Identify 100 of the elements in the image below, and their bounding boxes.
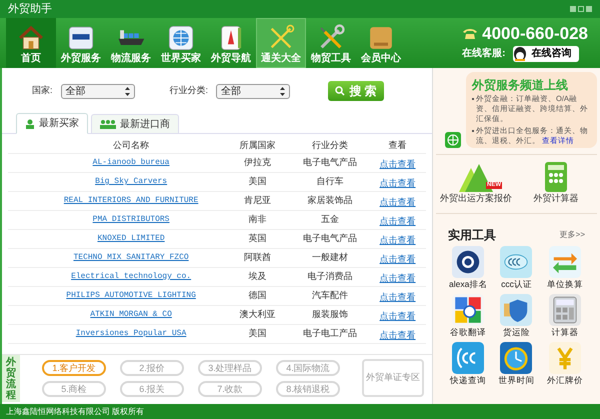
document-zone-button[interactable]: 外贸单证专区 bbox=[362, 359, 424, 397]
table-cell-text: 德国 bbox=[247, 289, 268, 302]
company-link[interactable]: Inversiones Popular USA bbox=[38, 328, 224, 340]
view-link[interactable]: 点击查看 bbox=[380, 178, 416, 188]
nav-tab[interactable]: 外贸服务 bbox=[56, 18, 106, 68]
table-cell-text: 南非 bbox=[247, 213, 268, 226]
globe-icon bbox=[445, 132, 461, 148]
person-icon bbox=[25, 118, 35, 128]
table-cell-text: 电子消费品 bbox=[306, 270, 354, 284]
table-cell-text: 英国 bbox=[247, 232, 268, 246]
calculator-icon bbox=[545, 162, 567, 192]
minimize-button[interactable] bbox=[570, 6, 576, 12]
column-header: 公司名称 bbox=[112, 138, 150, 152]
company-link[interactable]: REAL INTERIORS AND FURNITURE bbox=[38, 195, 224, 207]
swap-arrows-icon bbox=[548, 246, 581, 278]
online-chat-button[interactable]: 在线咨询 bbox=[513, 46, 580, 62]
company-link[interactable]: KNOXED LIMITED bbox=[38, 233, 224, 245]
nav-tab[interactable]: 首页 bbox=[6, 18, 56, 68]
nav-tab[interactable]: 会员中心 bbox=[356, 18, 406, 68]
table-cell-text: 五金 bbox=[320, 213, 340, 226]
ring-icon bbox=[452, 246, 484, 278]
tool-button[interactable]: 谷歌翻译 bbox=[444, 294, 492, 338]
spinner-arrows-icon bbox=[124, 86, 130, 96]
company-link[interactable]: ATKIN MORGAN & CO bbox=[38, 309, 224, 321]
view-link[interactable]: 点击查看 bbox=[380, 311, 416, 321]
column-header: 查看 bbox=[388, 138, 408, 152]
search-icon bbox=[335, 86, 346, 96]
penguin-icon bbox=[513, 46, 528, 62]
house-icon bbox=[17, 24, 45, 52]
view-link[interactable]: 点击查看 bbox=[380, 235, 416, 245]
more-link[interactable]: 更多>> bbox=[560, 229, 585, 241]
phone-number: 4000-660-028 bbox=[482, 24, 588, 42]
company-link[interactable]: PHILIPS AUTOMOTIVE LIGHTING bbox=[38, 290, 224, 302]
tool-button[interactable]: 计算器 bbox=[540, 294, 589, 338]
close-button[interactable] bbox=[586, 6, 592, 12]
company-link[interactable]: TECHNO MIX SANITARY FZCO bbox=[38, 252, 224, 264]
process-step[interactable]: 7.收款 bbox=[198, 381, 262, 397]
table-cell-text: 家居装饰品 bbox=[306, 194, 354, 208]
filter-label: 国家: bbox=[32, 84, 53, 98]
view-link[interactable]: 点击查看 bbox=[380, 197, 416, 207]
filter-dropdown[interactable]: 全部 bbox=[216, 84, 290, 98]
filter-label: 行业分类: bbox=[170, 84, 208, 98]
view-link[interactable]: 点击查看 bbox=[380, 216, 416, 226]
tool-button[interactable]: alexa排名 bbox=[444, 246, 492, 290]
currency-icon bbox=[548, 342, 581, 374]
nav-tab[interactable]: 外贸导航 bbox=[206, 18, 256, 68]
tool-button[interactable]: 快递查询 bbox=[444, 342, 492, 386]
company-link[interactable]: Big Sky Carvers bbox=[38, 176, 224, 188]
banner-title: 外贸服务频道上线 bbox=[472, 78, 569, 92]
tool-button[interactable]: 货运险 bbox=[492, 294, 541, 338]
nav-tab[interactable]: 物流服务 bbox=[106, 18, 156, 68]
table-cell-text: 肯尼亚 bbox=[242, 194, 272, 208]
tab[interactable]: 最新买家 bbox=[16, 113, 88, 134]
tool-button[interactable]: 单位换算 bbox=[540, 246, 589, 290]
process-step[interactable]: 1.客户开发 bbox=[42, 360, 106, 376]
table-cell-text: 服装服饰 bbox=[310, 308, 349, 322]
view-link[interactable]: 点击查看 bbox=[380, 254, 416, 264]
feature-button[interactable]: 外贸计算器 bbox=[516, 162, 596, 206]
tool-button[interactable]: ccc认证 bbox=[492, 246, 541, 290]
nav-tab[interactable]: 物贸工具 bbox=[306, 18, 356, 68]
card-logo-icon bbox=[67, 24, 95, 52]
view-link[interactable]: 点击查看 bbox=[380, 292, 416, 302]
nav-tab[interactable]: 世界买家 bbox=[156, 18, 206, 68]
process-step[interactable]: 3.处理样品 bbox=[198, 360, 262, 376]
table-cell-text: 电子电气产品 bbox=[302, 232, 358, 246]
service-label: 在线客服: bbox=[462, 46, 506, 61]
view-link[interactable]: 点击查看 bbox=[380, 273, 416, 283]
view-link[interactable]: 点击查看 bbox=[380, 330, 416, 340]
maximize-button[interactable] bbox=[578, 6, 584, 12]
company-link[interactable]: AL-ianoob bureua bbox=[38, 157, 224, 169]
process-step[interactable]: 6.报关 bbox=[120, 381, 184, 397]
company-link[interactable]: PMA DISTRIBUTORS bbox=[38, 214, 224, 226]
colorful-blocks-icon bbox=[452, 294, 484, 326]
alarm-clock-icon bbox=[500, 342, 532, 374]
process-step[interactable]: 4.国际物流 bbox=[276, 360, 340, 376]
process-step[interactable]: 2.报价 bbox=[120, 360, 184, 376]
table-cell-text: 澳大利亚 bbox=[238, 308, 276, 322]
table-cell-text: 电子电工产品 bbox=[302, 327, 358, 340]
table-cell-text: 埃及 bbox=[247, 270, 268, 284]
view-link[interactable]: 点击查看 bbox=[380, 159, 416, 169]
filter-dropdown[interactable]: 全部 bbox=[60, 84, 135, 98]
column-header: 行业分类 bbox=[310, 138, 349, 152]
column-header: 所属国家 bbox=[238, 138, 276, 152]
process-step[interactable]: 8.核销退税 bbox=[276, 381, 340, 397]
process-label: 外贸流程 bbox=[2, 355, 20, 402]
tools-title: 实用工具 bbox=[448, 227, 496, 244]
oval-mark-icon bbox=[500, 246, 532, 278]
table-cell-text: 伊拉克 bbox=[242, 156, 272, 170]
tool-button[interactable]: 外汇牌价 bbox=[540, 342, 589, 386]
table-cell-text: 自行车 bbox=[315, 175, 344, 188]
process-step[interactable]: 5.商检 bbox=[42, 381, 106, 397]
table-cell-text: 阿联酋 bbox=[242, 251, 272, 264]
nav-tab[interactable]: 通关大全 bbox=[256, 18, 306, 68]
shield-icon bbox=[500, 294, 532, 326]
tab[interactable]: 最新进口商 bbox=[91, 114, 179, 134]
tool-button[interactable]: 世界时间 bbox=[492, 342, 541, 386]
company-link[interactable]: Electrical technology co. bbox=[38, 271, 224, 283]
table-cell-text: 美国 bbox=[247, 175, 268, 188]
spinner-arrows-icon bbox=[280, 86, 286, 96]
table-cell-text: 汽车配件 bbox=[310, 289, 349, 302]
